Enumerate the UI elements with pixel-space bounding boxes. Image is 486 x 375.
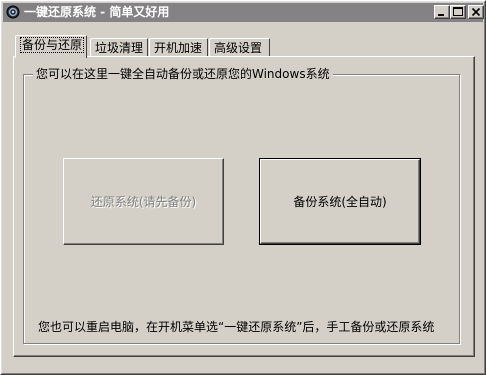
restore-button-label: 还原系统(请先备份) xyxy=(90,195,197,209)
group-title: 您可以在这里一键全自动备份或还原您的Windows系统 xyxy=(33,67,333,81)
tab-label: 垃圾清理 xyxy=(95,41,144,55)
hint-text: 您也可以重启电脑，在开机菜单选“一键还原系统”后，手工备份或还原系统 xyxy=(38,320,435,334)
tab-label: 备份与还原 xyxy=(20,37,85,53)
maximize-icon xyxy=(453,7,463,16)
main-window: 一键还原系统 - 简单又好用 备份与还原 垃圾清理 开机加速 高级设置 您可以在… xyxy=(0,0,486,375)
tab-boot-speedup[interactable]: 开机加速 xyxy=(149,38,208,57)
tab-junk-cleanup[interactable]: 垃圾清理 xyxy=(90,38,148,57)
backup-system-button[interactable]: 备份系统(全自动) xyxy=(259,158,421,245)
maximize-button[interactable] xyxy=(450,5,466,19)
tab-advanced-settings[interactable]: 高级设置 xyxy=(209,38,270,57)
close-icon xyxy=(471,7,481,17)
restore-system-button[interactable]: 还原系统(请先备份) xyxy=(63,158,224,245)
tab-backup-restore[interactable]: 备份与还原 xyxy=(15,35,87,58)
minimize-button[interactable] xyxy=(434,5,450,19)
minimize-icon xyxy=(438,14,444,16)
app-icon[interactable] xyxy=(6,5,20,19)
window-title: 一键还原系统 - 简单又好用 xyxy=(24,5,170,19)
backup-button-label: 备份系统(全自动) xyxy=(293,195,387,209)
tab-label: 高级设置 xyxy=(214,41,263,55)
tab-label: 开机加速 xyxy=(154,41,203,55)
title-bar[interactable]: 一键还原系统 - 简单又好用 xyxy=(3,3,484,22)
close-button[interactable] xyxy=(468,5,484,19)
